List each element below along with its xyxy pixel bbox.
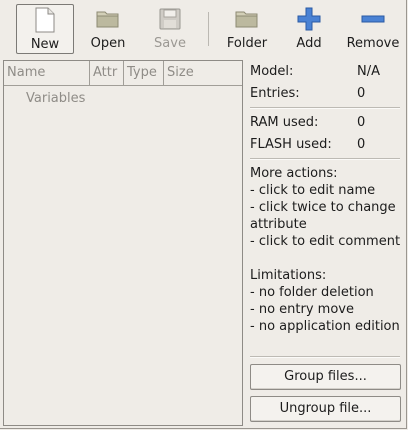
variables-list[interactable]: Name Attr Type Size Variables — [3, 60, 243, 426]
save-disk-icon — [157, 6, 183, 32]
model-row: Model: N/A — [250, 64, 380, 80]
new-file-icon — [32, 7, 58, 33]
model-label: Model: — [250, 64, 294, 79]
minus-icon — [360, 6, 386, 32]
entries-value: 0 — [357, 86, 366, 101]
limitations-text: Limitations: - no folder deletion - no e… — [250, 268, 400, 334]
info-divider-1 — [250, 107, 400, 109]
ram-row: RAM used: 0 — [250, 115, 365, 131]
open-folder-icon — [95, 6, 121, 32]
folder-button-label: Folder — [226, 36, 268, 51]
column-name[interactable]: Name — [4, 61, 90, 85]
add-button-label: Add — [296, 36, 322, 51]
remove-button[interactable]: Remove — [342, 4, 404, 54]
info-divider-2 — [250, 158, 400, 160]
new-button-label: New — [30, 37, 60, 52]
more-actions-text: More actions: - click to edit name - cli… — [250, 166, 401, 249]
group-files-button[interactable]: Group files... — [250, 364, 401, 390]
flash-label: FLASH used: — [250, 137, 332, 152]
ram-value: 0 — [357, 115, 366, 130]
open-button-label: Open — [90, 36, 126, 51]
add-button[interactable]: Add — [286, 4, 332, 54]
remove-button-label: Remove — [346, 36, 400, 51]
column-attr[interactable]: Attr — [90, 61, 124, 85]
column-type[interactable]: Type — [124, 61, 164, 85]
entries-label: Entries: — [250, 86, 300, 101]
column-size[interactable]: Size — [164, 61, 242, 85]
folder-button[interactable]: Folder — [220, 4, 274, 54]
open-button[interactable]: Open — [82, 4, 134, 54]
plus-icon — [296, 6, 322, 32]
folder-icon — [234, 6, 260, 32]
save-button-label: Save — [154, 36, 186, 51]
flash-row: FLASH used: 0 — [250, 137, 365, 153]
toolbar-separator — [208, 12, 209, 46]
tree-item-variables[interactable]: Variables — [26, 91, 85, 106]
new-button[interactable]: New — [16, 4, 74, 54]
toolbar: New Open Save Folder Add Remove — [0, 0, 408, 58]
ram-label: RAM used: — [250, 115, 319, 130]
ungroup-file-button[interactable]: Ungroup file... — [250, 396, 401, 422]
flash-value: 0 — [357, 137, 366, 152]
model-value: N/A — [357, 64, 380, 79]
save-button[interactable]: Save — [144, 4, 196, 54]
info-divider-3 — [250, 356, 400, 358]
entries-row: Entries: 0 — [250, 86, 365, 102]
list-header: Name Attr Type Size — [4, 61, 242, 86]
